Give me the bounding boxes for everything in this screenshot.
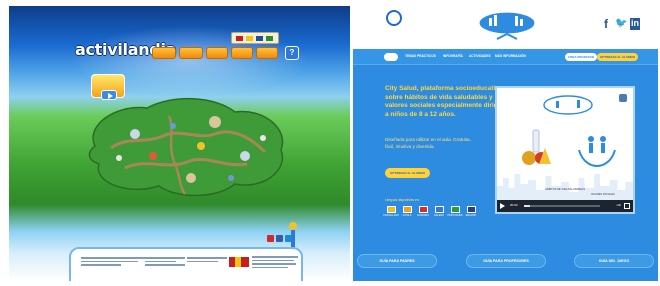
footer-column [187,255,231,264]
caring-hands-illustration [578,136,616,168]
video-caption: HÁBITOS DE VIDA SALUDABLES [544,188,586,191]
language-name: PORTUGUÊS [447,214,463,217]
flag-icon [418,206,428,213]
nav-button[interactable] [152,47,176,59]
hero-title: City Salud, plataforma socioeducativa so… [385,85,508,118]
language-name: EUSKARA [417,214,429,217]
home-button[interactable] [384,53,398,61]
pfizer-logo[interactable] [386,10,402,26]
main-nav: TEMAS PRÁCTICOS INFOGRAFÍA ACTIVIDADES M… [353,49,658,65]
zona-profesor-button[interactable]: ZONA PROFESOR [565,53,598,61]
healthy-food-illustration [522,129,551,165]
site-header: f 🐦 in [353,6,658,49]
ministry-logo [229,257,249,267]
language-name: CASTELLANO [383,214,399,217]
help-icon[interactable]: ? [285,46,299,60]
social-icon[interactable] [276,235,283,242]
nav-item-infografia[interactable]: INFOGRAFÍA [443,54,463,58]
hd-toggle[interactable]: HD [617,203,621,207]
flag-icon [266,36,273,41]
flag-icon [236,36,243,41]
nav-item-actividades[interactable]: ACTIVIDADES [469,54,491,58]
nav-button[interactable] [206,47,228,59]
language-option[interactable]: ENGLISH [465,206,477,217]
language-name: GALEGO [433,214,445,217]
game-map[interactable] [75,86,293,204]
linkedin-icon[interactable]: in [630,18,640,30]
nav-item-mas-informacion[interactable]: MÁS INFORMACIÓN [495,54,526,58]
language-name: ENGLISH [465,214,477,217]
video-caption-right: VALORES SOCIALES [591,193,615,196]
footer-column [145,255,189,268]
video-controls: 00:00 HD [497,200,633,212]
flag-icon [450,206,460,213]
main-nav [152,47,278,59]
video-progress-fill [524,205,531,207]
video-time: 00:00 [510,203,518,207]
cta-button[interactable]: OPTIMIZAR AL ALUMNO [385,168,431,178]
flag-icon [434,206,444,213]
languages-label: Lenguas disponibles en: [385,198,420,202]
footer-panel [69,247,303,281]
language-option[interactable]: EUSKARA [417,206,429,217]
share-icon[interactable] [619,94,627,102]
language-option[interactable]: CATALÀ [401,206,413,217]
nav-item-temas[interactable]: TEMAS PRÁCTICOS [405,54,436,58]
guide-parents-button[interactable]: GUÍA PARA PADRES [357,254,437,268]
guide-teachers-button[interactable]: GUÍA PARA PROFESORES [466,254,546,268]
language-selector: CASTELLANO CATALÀ EUSKARA GALEGO PORTUGU… [383,206,477,217]
facebook-icon[interactable]: f [604,18,608,30]
footer-text [252,256,300,270]
partner-flags [231,32,279,44]
accent-button[interactable]: OPTIMIZAR AL ALUMNO [597,53,639,61]
city-salud-logo[interactable] [477,9,537,42]
flag-icon [256,36,263,41]
video-player[interactable]: HÁBITOS DE VIDA SALUDABLES VALORES SOCIA… [495,86,635,214]
language-name: CATALÀ [402,214,412,217]
language-option[interactable]: CASTELLANO [383,206,399,217]
main-content: TEMAS PRÁCTICOS INFOGRAFÍA ACTIVIDADES M… [353,49,658,281]
language-option[interactable]: GALEGO [433,206,445,217]
flag-icon [466,206,476,213]
fullscreen-icon[interactable] [624,203,630,209]
flag-icon [386,206,396,213]
flag-icon [402,206,412,213]
nav-button[interactable] [231,47,253,59]
language-option[interactable]: PORTUGUÊS [447,206,463,217]
twitter-icon[interactable]: 🐦 [615,18,627,30]
video-progress-bar[interactable] [524,205,600,207]
guide-game-button[interactable]: GUÍA DEL JUEGO [574,254,654,268]
citysalud-screenshot: f 🐦 in TEMAS PRÁCTICOS INFOGRAFÍA ACTIVI… [353,6,658,281]
nav-button[interactable] [256,47,278,59]
activilandia-screenshot: activilandia ? [9,6,350,281]
city-salud-logo [543,95,593,115]
social-icon[interactable] [267,235,274,242]
hero-subtitle: Diseñada para utilizar en el aula. Gratu… [385,137,471,149]
flag-icon [246,36,253,41]
nav-button[interactable] [179,47,203,59]
play-icon[interactable] [500,203,505,209]
